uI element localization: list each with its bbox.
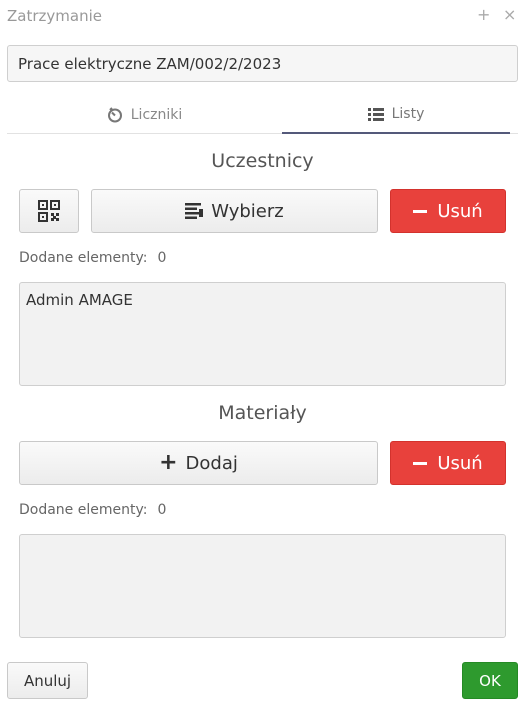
materials-count-value: 0	[157, 502, 167, 518]
participants-count-label: Dodane elementy:	[19, 250, 148, 266]
cancel-label: Anuluj	[23, 671, 72, 690]
qr-code-icon	[38, 200, 60, 222]
timer-icon	[107, 107, 123, 123]
tab-liczniki[interactable]: Liczniki	[7, 96, 282, 134]
minus-icon	[413, 461, 428, 465]
remove-participants-button[interactable]: Usuń	[390, 189, 506, 233]
expand-icon[interactable]: +	[477, 5, 490, 25]
plus-icon: +	[159, 450, 178, 475]
materials-title: Materiały	[218, 402, 307, 424]
cancel-button[interactable]: Anuluj	[7, 662, 88, 699]
tab-listy-label: Listy	[391, 106, 425, 122]
participants-list[interactable]: Admin AMAGE	[19, 282, 506, 386]
dialog-title: Zatrzymanie	[7, 7, 102, 25]
dialog-titlebar: Zatrzymanie + ×	[0, 0, 525, 34]
ok-button[interactable]: OK	[462, 662, 518, 699]
tab-listy[interactable]: Listy	[282, 96, 510, 134]
remove-participants-label: Usuń	[437, 200, 483, 222]
add-material-button[interactable]: + Dodaj	[19, 441, 378, 485]
select-participants-label: Wybierz	[211, 200, 284, 222]
materials-count-label: Dodane elementy:	[19, 502, 148, 518]
name-input[interactable]	[7, 45, 518, 82]
remove-materials-button[interactable]: Usuń	[390, 441, 506, 485]
participants-title: Uczestnicy	[211, 150, 314, 172]
add-material-label: Dodaj	[185, 452, 238, 474]
participants-count: Dodane elementy: 0	[19, 250, 166, 266]
remove-materials-label: Usuń	[437, 452, 483, 474]
list-item[interactable]: Admin AMAGE	[26, 291, 499, 309]
select-participants-button[interactable]: Wybierz	[91, 189, 378, 233]
ok-label: OK	[479, 671, 501, 690]
tab-bar: Liczniki Listy	[7, 96, 518, 134]
materials-count: Dodane elementy: 0	[19, 502, 166, 518]
minus-icon	[413, 209, 428, 213]
select-list-icon	[185, 202, 204, 220]
qr-scan-button[interactable]	[19, 189, 79, 233]
participants-count-value: 0	[157, 250, 167, 266]
materials-list[interactable]	[19, 534, 506, 638]
close-icon[interactable]: ×	[503, 5, 516, 25]
tab-liczniki-label: Liczniki	[130, 107, 183, 123]
list-icon	[367, 107, 384, 121]
